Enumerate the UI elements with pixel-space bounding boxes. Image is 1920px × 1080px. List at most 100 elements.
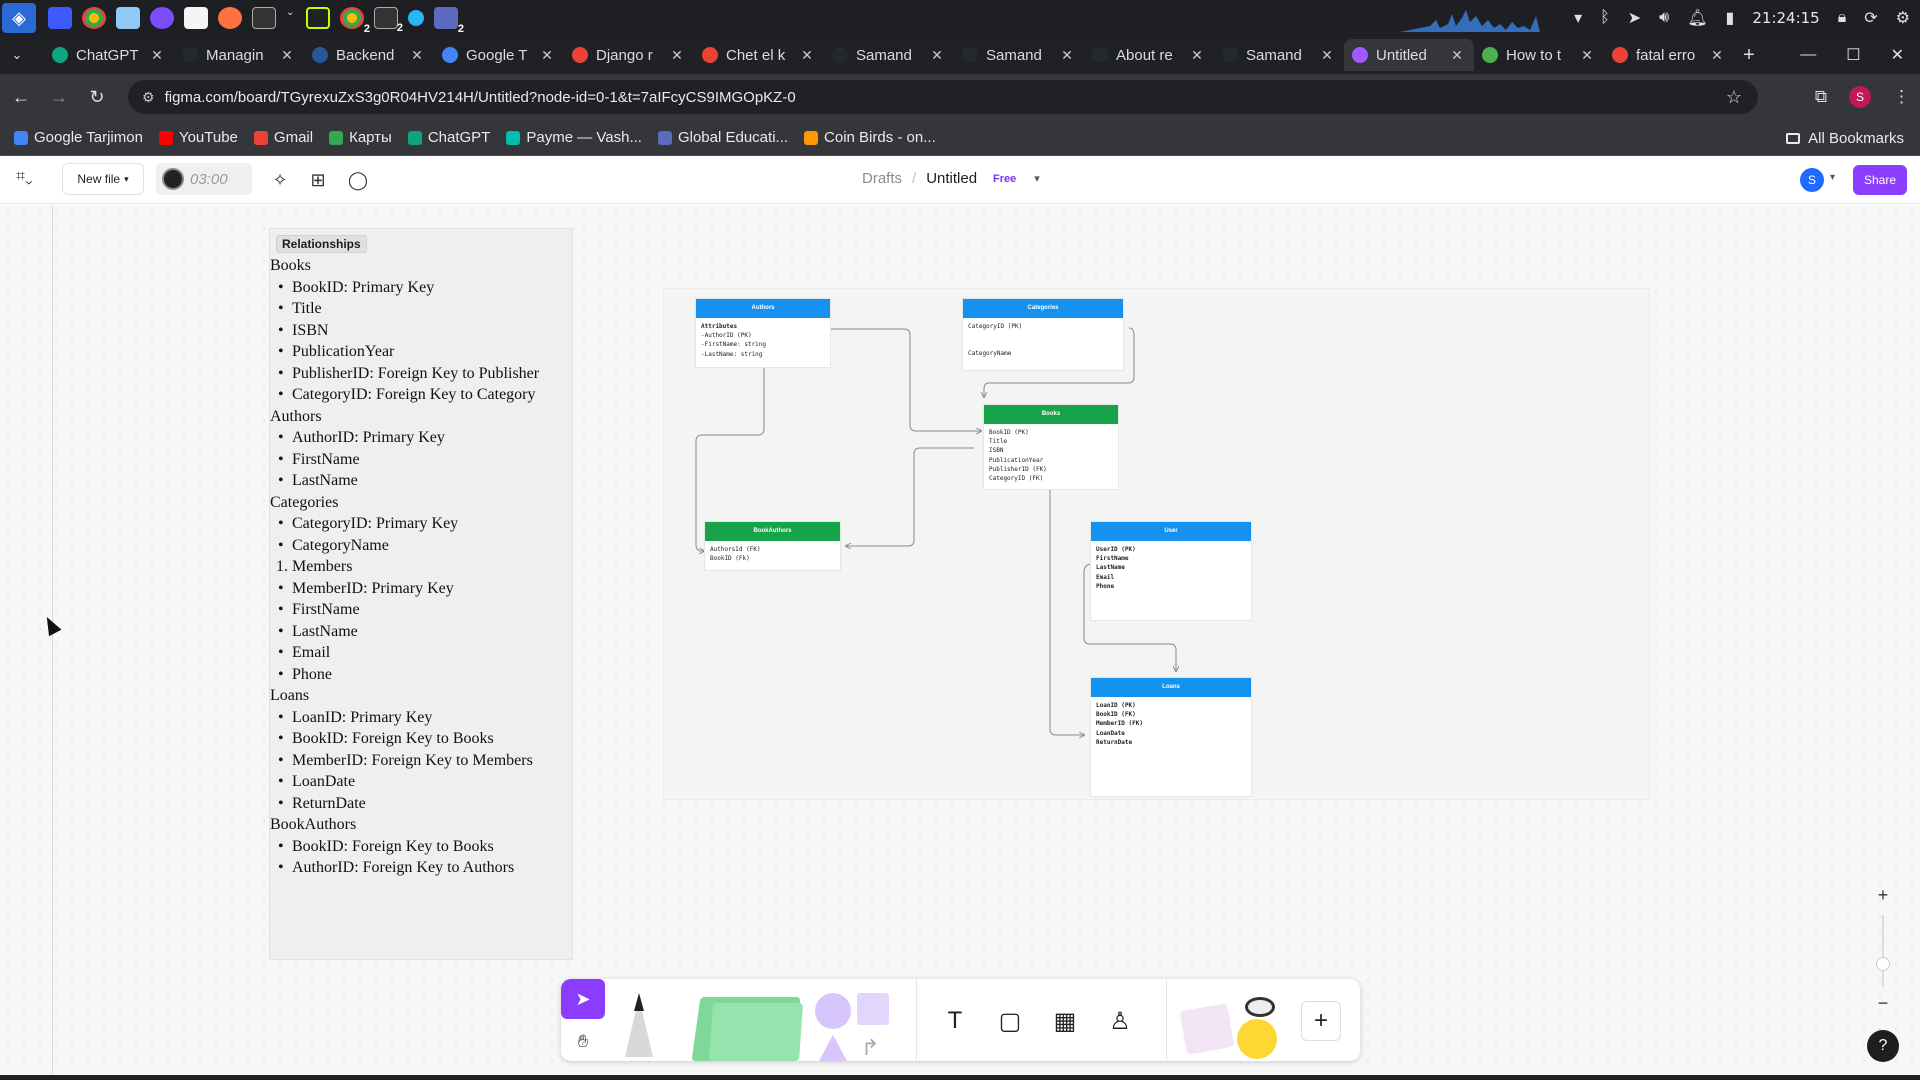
browser-tab[interactable]: How to t ✕ bbox=[1474, 39, 1604, 71]
entity-books[interactable]: Books BookID (PK) Title ISBN PublicationYea… bbox=[984, 405, 1118, 489]
settings-gear-icon[interactable]: ⚙ bbox=[1896, 8, 1910, 28]
tab-close-icon[interactable]: ✕ bbox=[408, 47, 426, 64]
bookmark-item[interactable]: Coin Birds - on... bbox=[804, 129, 936, 146]
comment-icon[interactable]: ◯ bbox=[346, 168, 370, 192]
chrome-icon[interactable] bbox=[82, 7, 106, 29]
bookmark-item[interactable]: Gmail bbox=[253, 129, 313, 146]
tab-close-icon[interactable]: ✕ bbox=[148, 47, 166, 64]
browser-tab[interactable]: Google T ✕ bbox=[434, 39, 564, 71]
firefox-icon[interactable] bbox=[218, 7, 242, 29]
tab-search-icon[interactable]: ⌄ bbox=[0, 40, 34, 70]
tab-close-icon[interactable]: ✕ bbox=[1058, 47, 1076, 64]
menu-icon[interactable]: ⋮ bbox=[1893, 87, 1910, 107]
browser-tab[interactable]: Managin ✕ bbox=[174, 39, 304, 71]
breadcrumb-drafts[interactable]: Drafts bbox=[862, 170, 902, 187]
lock-icon[interactable]: 🔒︎ bbox=[1838, 9, 1847, 27]
editor-icon[interactable] bbox=[306, 7, 330, 29]
zoom-out-icon[interactable]: − bbox=[1868, 993, 1898, 1015]
ai-sparkle-icon[interactable]: ✧ bbox=[268, 168, 292, 192]
more-tools-plus-icon[interactable]: + bbox=[1301, 1001, 1341, 1041]
stickers-widgets-icon[interactable] bbox=[1179, 997, 1293, 1061]
layout-icon[interactable]: ⊞ bbox=[306, 168, 330, 192]
volume-icon[interactable]: 🔊︎ bbox=[1659, 9, 1669, 27]
desktop-icon[interactable] bbox=[48, 7, 72, 29]
new-tab-button[interactable]: + bbox=[1734, 44, 1764, 67]
bookmark-star-icon[interactable]: ☆ bbox=[1726, 87, 1742, 108]
files-icon[interactable] bbox=[116, 7, 140, 29]
chrome-window-icon[interactable]: 2 bbox=[340, 7, 370, 35]
tab-close-icon[interactable]: ✕ bbox=[1578, 47, 1596, 64]
help-button[interactable]: ? bbox=[1867, 1030, 1899, 1062]
tab-close-icon[interactable]: ✕ bbox=[1188, 47, 1206, 64]
move-tool-cursor-icon[interactable]: ➤ bbox=[561, 979, 605, 1019]
terminal-icon[interactable] bbox=[252, 7, 276, 29]
all-bookmarks[interactable]: All Bookmarks bbox=[1786, 120, 1904, 156]
file-menu-chevron-icon[interactable]: ▾ bbox=[1034, 172, 1040, 185]
app-window-icon[interactable]: 2 bbox=[434, 7, 464, 35]
chevron-down-icon[interactable]: ⌄ bbox=[286, 7, 296, 29]
figjam-canvas[interactable]: Relationships BooksBookID: Primary KeyTi… bbox=[0, 205, 1920, 1075]
extensions-icon[interactable]: ⧉ bbox=[1815, 87, 1827, 107]
refresh-icon[interactable]: ⟳ bbox=[1864, 8, 1877, 28]
clock[interactable]: 21:24:15 bbox=[1752, 9, 1819, 27]
figma-menu-icon[interactable]: ⌗⌄ bbox=[16, 168, 46, 192]
new-file-button[interactable]: New file ▾ bbox=[62, 163, 144, 195]
maximize-icon[interactable]: ☐ bbox=[1846, 45, 1860, 65]
tab-close-icon[interactable]: ✕ bbox=[798, 47, 816, 64]
entity-loans[interactable]: Loans LoanID (PK) BookID (FK) MemberID (FK… bbox=[1091, 678, 1251, 796]
section-tool-icon[interactable]: ▢ bbox=[990, 1001, 1030, 1041]
hand-tool-icon[interactable]: ✋︎ bbox=[561, 1021, 605, 1061]
file-name[interactable]: Untitled bbox=[926, 170, 977, 187]
stamp-tool-icon[interactable]: ♙ bbox=[1100, 1001, 1140, 1041]
table-tool-icon[interactable]: ▦ bbox=[1045, 1001, 1085, 1041]
text-tool-icon[interactable]: T bbox=[935, 1001, 975, 1041]
plan-badge[interactable]: Free bbox=[993, 173, 1016, 185]
browser-tab[interactable]: ChatGPT ✕ bbox=[44, 39, 174, 71]
browser-tab[interactable]: Samand ✕ bbox=[1214, 39, 1344, 71]
browser-tab[interactable]: Samand ✕ bbox=[954, 39, 1084, 71]
browser-tab[interactable]: fatal erro ✕ bbox=[1604, 39, 1734, 71]
bluetooth-icon[interactable]: ᛒ bbox=[1600, 9, 1610, 27]
app-icon[interactable] bbox=[150, 7, 174, 29]
tab-close-icon[interactable]: ✕ bbox=[668, 47, 686, 64]
square-shape-icon[interactable] bbox=[857, 993, 889, 1025]
zoom-slider[interactable] bbox=[1882, 915, 1884, 987]
telegram-tray-icon[interactable]: ➤ bbox=[1628, 8, 1641, 28]
tab-close-icon[interactable]: ✕ bbox=[1448, 47, 1466, 64]
document-icon[interactable] bbox=[184, 7, 208, 29]
browser-tab[interactable]: Samand ✕ bbox=[824, 39, 954, 71]
tab-close-icon[interactable]: ✕ bbox=[928, 47, 946, 64]
close-icon[interactable]: ✕ bbox=[1891, 45, 1904, 65]
tab-close-icon[interactable]: ✕ bbox=[538, 47, 556, 64]
bookmark-item[interactable]: Payme — Vash... bbox=[506, 129, 642, 146]
er-diagram-section[interactable]: Authors Attributes -AuthorID (PK) -FirstNa… bbox=[663, 288, 1650, 800]
triangle-shape-icon[interactable] bbox=[819, 1035, 847, 1061]
address-bar[interactable]: ⚙ figma.com/board/TGyrexuZxS3g0R04HV214H… bbox=[128, 80, 1758, 114]
tab-close-icon[interactable]: ✕ bbox=[278, 47, 296, 64]
relationships-label[interactable]: Relationships bbox=[276, 235, 367, 253]
app-launcher-icon[interactable]: ◈ bbox=[2, 3, 36, 33]
connector-tool-icon[interactable]: ↱ bbox=[861, 1035, 879, 1061]
entity-user[interactable]: User UserID (PK) FirstName LastName Email Ph… bbox=[1091, 522, 1251, 620]
zoom-in-icon[interactable]: + bbox=[1868, 885, 1898, 907]
site-info-icon[interactable]: ⚙ bbox=[142, 89, 155, 106]
browser-tab[interactable]: Django r ✕ bbox=[564, 39, 694, 71]
timer-widget[interactable]: 03:00 bbox=[156, 163, 252, 195]
bookmark-item[interactable]: ChatGPT bbox=[407, 129, 490, 146]
battery-icon[interactable]: ▮ bbox=[1726, 8, 1735, 28]
bookmark-item[interactable]: YouTube bbox=[158, 129, 238, 146]
zoom-slider-handle[interactable] bbox=[1876, 957, 1890, 971]
share-button[interactable]: Share bbox=[1853, 165, 1907, 195]
tab-close-icon[interactable]: ✕ bbox=[1318, 47, 1336, 64]
entity-authors[interactable]: Authors Attributes -AuthorID (PK) -FirstNa… bbox=[696, 299, 830, 367]
browser-tab[interactable]: Chet el k ✕ bbox=[694, 39, 824, 71]
browser-tab[interactable]: About re ✕ bbox=[1084, 39, 1214, 71]
bookmark-item[interactable]: Карты bbox=[329, 129, 392, 146]
entity-bookauthors[interactable]: BookAuthors AuthorsId (FK) BookID (Fk) bbox=[705, 522, 840, 570]
user-avatar[interactable]: S bbox=[1800, 168, 1824, 192]
bookmark-item[interactable]: Global Educati... bbox=[657, 129, 788, 146]
minimize-icon[interactable]: — bbox=[1800, 46, 1816, 64]
bookmark-item[interactable]: Google Tarjimon bbox=[14, 129, 143, 146]
wifi-icon[interactable]: ▾ bbox=[1574, 8, 1582, 28]
entity-categories[interactable]: Categories CategoryID (PK) CategoryName bbox=[963, 299, 1123, 370]
